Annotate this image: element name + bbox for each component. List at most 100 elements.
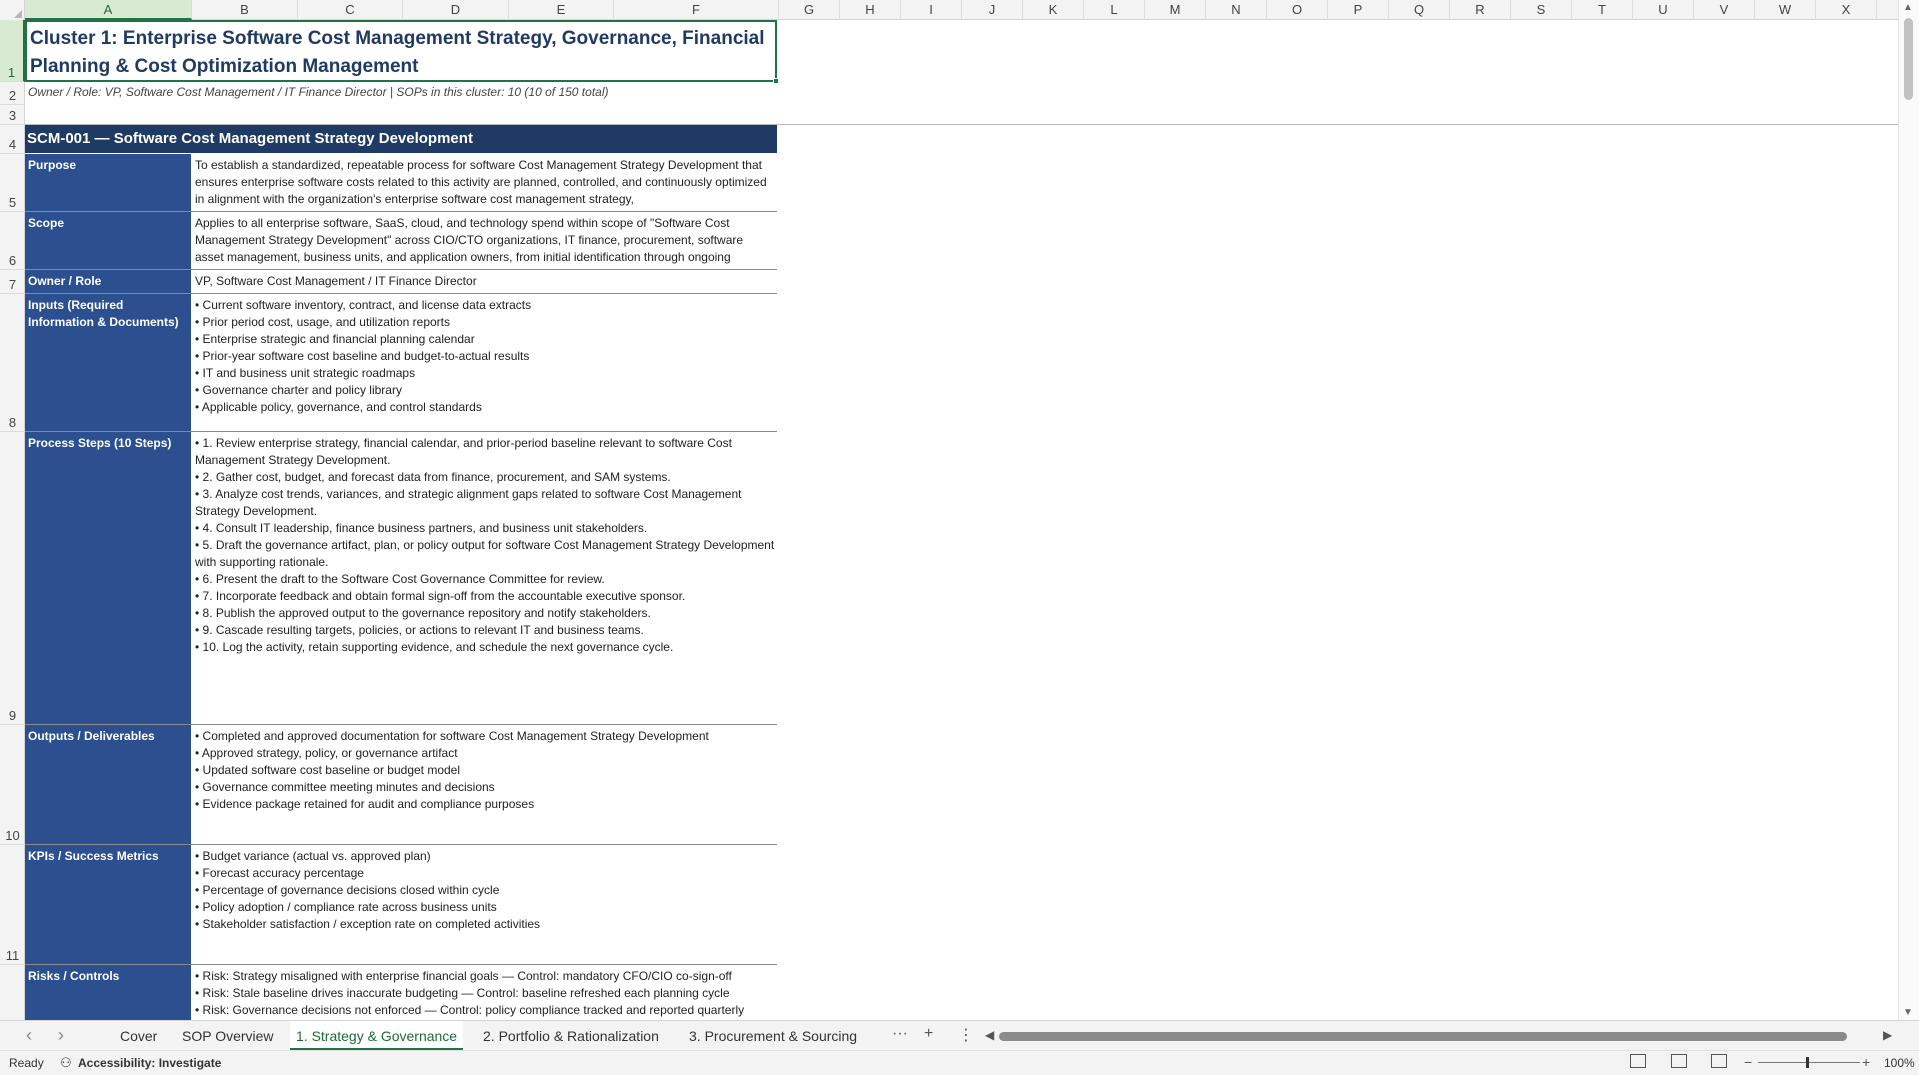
sop-field-line: • 2. Gather cost, budget, and forecast d… <box>195 470 671 484</box>
sheet-tab-3-procurement-sourcing[interactable]: 3. Procurement & Sourcing <box>683 1021 863 1051</box>
sheet-tab-2-portfolio-rationalization[interactable]: 2. Portfolio & Rationalization <box>477 1021 665 1051</box>
column-header-r[interactable]: R <box>1450 0 1511 20</box>
column-header-b[interactable]: B <box>192 0 298 20</box>
column-header-u[interactable]: U <box>1633 0 1694 20</box>
sop-field-label[interactable]: Scope <box>25 212 191 269</box>
sop-row-outputs-deliverables: Outputs / Deliverables • Completed and ap… <box>25 725 777 845</box>
column-header-a[interactable]: A <box>25 0 192 20</box>
sop-field-label[interactable]: Owner / Role <box>25 270 191 293</box>
row-header-5[interactable]: 5 <box>0 154 25 212</box>
sop-field-value[interactable]: VP, Software Cost Management / IT Financ… <box>192 270 777 293</box>
sop-field-label[interactable]: KPIs / Success Metrics <box>25 845 191 964</box>
accessibility-status[interactable]: Accessibility: Investigate <box>78 1056 221 1070</box>
column-header-h[interactable]: H <box>840 0 901 20</box>
column-header-x[interactable]: X <box>1816 0 1877 20</box>
sop-field-line: • Risk: Strategy misaligned with enterpr… <box>195 969 732 983</box>
add-sheet-icon[interactable]: + <box>924 1025 933 1043</box>
sop-field-line: • 1. Review enterprise strategy, financi… <box>195 436 732 467</box>
sop-field-value[interactable]: • 1. Review enterprise strategy, financi… <box>192 432 777 724</box>
column-header-q[interactable]: Q <box>1389 0 1450 20</box>
column-header-d[interactable]: D <box>403 0 509 20</box>
row-header-7[interactable]: 7 <box>0 270 25 294</box>
column-header-m[interactable]: M <box>1145 0 1206 20</box>
column-header-f[interactable]: F <box>614 0 779 20</box>
scroll-down-icon[interactable]: ▼ <box>1903 1007 1913 1018</box>
sop-field-label[interactable]: Outputs / Deliverables <box>25 725 191 844</box>
row-header-6[interactable]: 6 <box>0 212 25 270</box>
column-header-n[interactable]: N <box>1206 0 1267 20</box>
sop-field-line: • 5. Draft the governance artifact, plan… <box>195 538 775 569</box>
column-header-k[interactable]: K <box>1023 0 1084 20</box>
sheet-tab-sop-overview[interactable]: SOP Overview <box>176 1021 280 1051</box>
sop-field-label[interactable]: Purpose <box>25 154 191 211</box>
column-header-s[interactable]: S <box>1511 0 1572 20</box>
scroll-right-icon[interactable]: ▶ <box>1883 1028 1892 1042</box>
page-layout-view-icon[interactable] <box>1671 1054 1687 1068</box>
column-header-c[interactable]: C <box>298 0 403 20</box>
accessibility-icon[interactable]: ⚇ <box>60 1055 72 1071</box>
spreadsheet-window: ABCDEFGHIJKLMNOPQRSTUVWX 1 2 3 4 5 6 7 8 9 10 11 C… <box>0 0 1919 1075</box>
row-header-9[interactable]: 9 <box>0 432 25 725</box>
worksheet-grid[interactable]: Cluster 1: Enterprise Software Cost Mana… <box>25 20 1898 1020</box>
column-header-p[interactable]: P <box>1328 0 1389 20</box>
page-break-view-icon[interactable] <box>1711 1054 1727 1068</box>
sop-field-line: • 10. Log the activity, retain supportin… <box>195 640 674 654</box>
sop-field-line: • Stakeholder satisfaction / exception r… <box>195 917 541 931</box>
zoom-in-icon[interactable]: + <box>1862 1054 1870 1070</box>
cell-a2-subtitle[interactable]: Owner / Role: VP, Software Cost Manageme… <box>28 85 608 99</box>
sop-field-line: • Applicable policy, governance, and con… <box>195 400 482 414</box>
sheet-tab-1-strategy-governance[interactable]: 1. Strategy & Governance <box>290 1021 464 1051</box>
sop-row-kpis-success-metrics: KPIs / Success Metrics • Budget variance … <box>25 845 777 965</box>
row-header-8[interactable]: 8 <box>0 294 25 432</box>
sop-field-line: • 7. Incorporate feedback and obtain for… <box>195 589 686 603</box>
horizontal-scroll-thumb[interactable] <box>999 1032 1847 1041</box>
zoom-level[interactable]: 100% <box>1884 1056 1915 1070</box>
sop-field-line: • 9. Cascade resulting targets, policies… <box>195 623 644 637</box>
sheet-menu-icon[interactable]: ⋮ <box>958 1025 974 1045</box>
column-header-j[interactable]: J <box>962 0 1023 20</box>
sop-field-label[interactable]: Risks / Controls <box>25 965 191 1020</box>
sop-field-value[interactable]: • Risk: Strategy misaligned with enterpr… <box>192 965 777 1020</box>
scroll-left-icon[interactable]: ◀ <box>985 1028 994 1042</box>
more-sheets-icon[interactable]: ··· <box>892 1025 908 1043</box>
column-header-e[interactable]: E <box>509 0 614 20</box>
sop-field-value[interactable]: • Completed and approved documentation f… <box>192 725 777 844</box>
fill-handle[interactable] <box>773 78 779 84</box>
sop-field-value[interactable]: • Budget variance (actual vs. approved p… <box>192 845 777 964</box>
vertical-scroll-thumb[interactable] <box>1904 18 1913 100</box>
horizontal-scrollbar[interactable]: ◀ ▶ <box>985 1028 1895 1043</box>
zoom-slider-knob[interactable] <box>1806 1057 1809 1068</box>
next-sheet-icon[interactable]: › <box>58 1025 64 1046</box>
select-all-corner[interactable] <box>0 0 25 20</box>
column-header-i[interactable]: I <box>901 0 962 20</box>
sop-field-line: • IT and business unit strategic roadmap… <box>195 366 416 380</box>
sop-field-label[interactable]: Inputs (Required Information & Documents… <box>25 294 191 431</box>
sop-field-line: • Prior period cost, usage, and utilizat… <box>195 315 450 329</box>
row-header-3[interactable]: 3 <box>0 105 25 125</box>
row-header-4[interactable]: 4 <box>0 125 25 154</box>
sheet-tab-cover[interactable]: Cover <box>114 1021 163 1051</box>
zoom-out-icon[interactable]: − <box>1744 1054 1752 1070</box>
column-header-o[interactable]: O <box>1267 0 1328 20</box>
row-header-1[interactable]: 1 <box>0 20 25 82</box>
row-header-10[interactable]: 10 <box>0 725 25 845</box>
scroll-up-icon[interactable]: ▲ <box>1903 2 1913 13</box>
column-header-t[interactable]: T <box>1572 0 1633 20</box>
sop-field-value[interactable]: To establish a standardized, repeatable … <box>192 154 777 211</box>
zoom-slider[interactable] <box>1758 1062 1860 1063</box>
sop-field-label[interactable]: Process Steps (10 Steps) <box>25 432 191 724</box>
vertical-scrollbar[interactable]: ▲ ▼ <box>1898 0 1919 1020</box>
normal-view-icon[interactable] <box>1630 1054 1646 1068</box>
row-header-2[interactable]: 2 <box>0 82 25 105</box>
column-header-w[interactable]: W <box>1755 0 1816 20</box>
column-header-l[interactable]: L <box>1084 0 1145 20</box>
prev-sheet-icon[interactable]: ‹ <box>26 1025 32 1046</box>
row-header-11[interactable]: 11 <box>0 845 25 965</box>
column-header-g[interactable]: G <box>779 0 840 20</box>
column-header-v[interactable]: V <box>1694 0 1755 20</box>
cell-a1-title[interactable]: Cluster 1: Enterprise Software Cost Mana… <box>25 20 779 84</box>
sop-field-value[interactable]: Applies to all enterprise software, SaaS… <box>192 212 777 269</box>
sop-header[interactable]: SCM-001 — Software Cost Management Strat… <box>25 125 777 153</box>
sop-field-line: • Prior-year software cost baseline and … <box>195 349 530 363</box>
sop-field-value[interactable]: • Current software inventory, contract, … <box>192 294 777 431</box>
